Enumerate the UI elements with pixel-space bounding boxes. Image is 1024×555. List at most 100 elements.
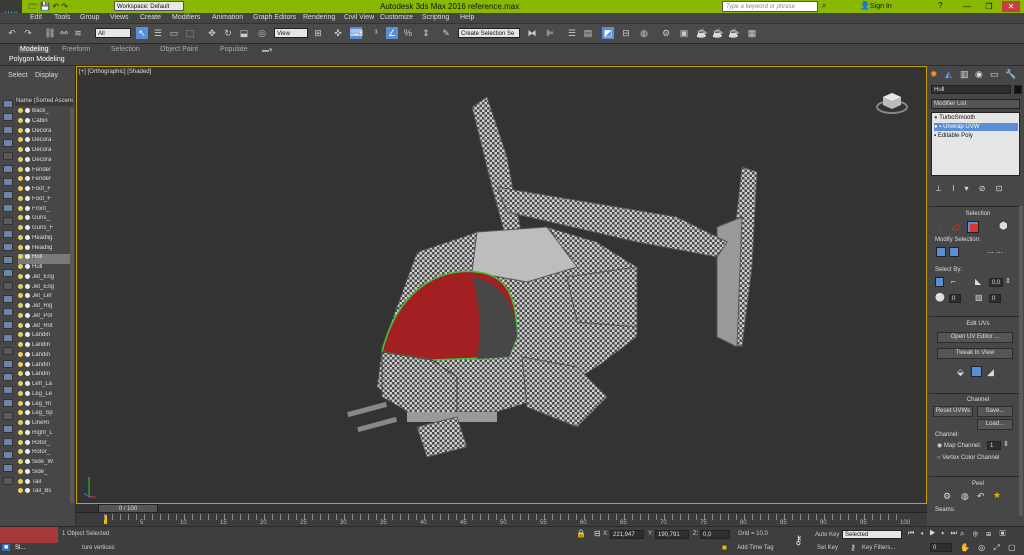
bulb-icon[interactable]: ●: [934, 115, 938, 121]
lock-selection-icon[interactable]: 🔒: [576, 529, 586, 538]
map-channel-field[interactable]: 1: [987, 441, 1001, 450]
light-bulb-icon[interactable]: [18, 361, 23, 367]
render-a360-icon[interactable]: ▦: [746, 27, 758, 39]
light-bulb-icon[interactable]: [18, 147, 23, 152]
menu-rendering[interactable]: Rendering: [303, 14, 335, 21]
scene-object-row[interactable]: Landin: [18, 371, 73, 381]
select-by-planar-icon[interactable]: ◣: [975, 277, 981, 286]
schematic-view-icon[interactable]: ⊟: [620, 27, 632, 39]
explorer-scrollbar[interactable]: [70, 108, 74, 503]
light-bulb-icon[interactable]: [18, 244, 23, 250]
map-channel-radio[interactable]: ◉ Map Channel:: [937, 442, 981, 449]
pelt-map-icon[interactable]: ⚙: [943, 491, 951, 502]
scene-object-row[interactable]: Foot_F: [18, 195, 73, 206]
viewport-navigation-icons[interactable]: ⌕ ⊕ ⊞ ▣: [960, 529, 1009, 539]
light-bulb-icon[interactable]: [18, 234, 23, 240]
mirror-icon[interactable]: ⧓: [526, 27, 538, 39]
light-bulb-icon[interactable]: [18, 459, 23, 464]
shrink-selection-icon[interactable]: [949, 247, 959, 257]
material-editor-icon[interactable]: ◍: [638, 27, 650, 39]
peel-mode-icon[interactable]: ◍: [961, 491, 969, 502]
close-icon[interactable]: ✕: [1002, 1, 1020, 12]
polygon-mode-icon[interactable]: [967, 221, 979, 233]
scene-object-row[interactable]: Landin: [18, 351, 73, 362]
peel-title[interactable]: Peel: [933, 479, 1023, 489]
scene-explorer-header[interactable]: Name (Sorted Ascend: [15, 97, 73, 106]
window-crossing-icon[interactable]: ⬚: [184, 27, 196, 39]
select-by-edge-icon[interactable]: ⌐: [951, 277, 956, 286]
scene-object-row[interactable]: Decora: [18, 147, 73, 157]
light-bulb-icon[interactable]: [18, 186, 23, 191]
scene-object-row[interactable]: Fender: [18, 176, 73, 186]
scene-object-row[interactable]: Right_L: [18, 429, 73, 440]
maximize-icon[interactable]: ❐: [980, 1, 998, 12]
scene-object-row[interactable]: Landin: [18, 332, 73, 342]
modifier-editable-poly[interactable]: ▪ Editable Poly: [934, 132, 1018, 140]
align-map-icon[interactable]: ◢: [987, 367, 994, 378]
rectangular-selection-icon[interactable]: ▭: [168, 27, 180, 39]
modifier-unwrap-uvw[interactable]: ● ▪ Unwrap UVW: [934, 123, 1018, 131]
load-button[interactable]: Load...: [977, 419, 1013, 430]
pin-icon[interactable]: ★: [993, 490, 1001, 501]
light-bulb-icon[interactable]: [18, 166, 23, 172]
tab-freeform[interactable]: Freeform: [62, 46, 90, 53]
z-coordinate-field[interactable]: 0,0: [700, 530, 730, 539]
menu-civil-view[interactable]: Civil View: [344, 14, 374, 21]
ring-loop-icon[interactable]: ⋯ ⋯: [987, 249, 1003, 257]
map-channel-spinner-icon[interactable]: ⇕: [1003, 440, 1009, 448]
bind-space-warp-icon[interactable]: ≋: [72, 27, 84, 39]
light-bulb-icon[interactable]: [18, 312, 23, 318]
select-by-material-icon[interactable]: ▧: [975, 293, 983, 302]
scene-object-row[interactable]: Tail_Bs: [18, 488, 73, 498]
render-setup-icon[interactable]: ⚙: [660, 27, 672, 39]
menu-views[interactable]: Views: [110, 14, 129, 21]
scene-object-row[interactable]: Left_La: [18, 381, 73, 391]
create-tab-icon[interactable]: ✹: [930, 69, 938, 80]
select-by-name-icon[interactable]: ☰: [152, 27, 164, 39]
curve-editor-icon[interactable]: ◩: [602, 27, 614, 39]
snaps-toggle-icon[interactable]: ³: [370, 27, 382, 39]
scene-object-row[interactable]: Tail: [18, 478, 73, 489]
light-bulb-icon[interactable]: [18, 420, 23, 425]
move-icon[interactable]: ✥: [206, 27, 218, 39]
scene-object-row[interactable]: Jet_Pol: [18, 312, 73, 323]
light-bulb-icon[interactable]: [18, 195, 23, 201]
light-bulb-icon[interactable]: [18, 205, 23, 211]
key-filters-icon[interactable]: ⚷: [850, 543, 856, 552]
y-coordinate-field[interactable]: 190,791: [655, 530, 689, 539]
scene-object-row[interactable]: Rotor_: [18, 439, 73, 450]
quick-peel-icon[interactable]: [971, 366, 982, 377]
menu-animation[interactable]: Animation: [212, 14, 243, 21]
scene-object-row[interactable]: Side_: [18, 468, 73, 479]
select-by-element-icon[interactable]: [935, 277, 944, 287]
reference-coordinate-dropdown[interactable]: View: [274, 28, 308, 38]
modify-tab-icon[interactable]: ◭: [945, 69, 952, 80]
pivot-icon[interactable]: ⊞: [312, 27, 324, 39]
spinner-snap-icon[interactable]: ⇕: [420, 27, 432, 39]
object-name-field[interactable]: Hull: [931, 85, 1011, 94]
scene-object-row[interactable]: Guns_: [18, 215, 73, 225]
scene-object-row[interactable]: LineRi: [18, 420, 73, 430]
workspace-dropdown[interactable]: Workspace: Default: [114, 1, 184, 11]
timeline[interactable]: 0 / 100 5 10 15 20 25 30 35 40 45 50 55 60 65 70 75 80 8…: [76, 504, 927, 526]
smoothing-value-field[interactable]: 0: [949, 294, 961, 303]
set-key-button[interactable]: Set Key: [817, 545, 838, 551]
time-slider[interactable]: 0 / 100: [76, 504, 927, 513]
search-input[interactable]: Type a keyword or phrase: [722, 1, 818, 12]
placement-icon[interactable]: ◎: [256, 27, 268, 39]
taskbar-icon[interactable]: ■: [2, 544, 11, 551]
grow-selection-icon[interactable]: [936, 247, 946, 257]
reset-uvws-button[interactable]: Reset UVWs: [933, 406, 973, 417]
playback-controls-icon[interactable]: ⏮ ◂ ▶ ▸ ⏭: [908, 530, 959, 538]
auto-key-button[interactable]: Auto Key: [815, 532, 839, 538]
selection-title[interactable]: Selection: [933, 209, 1023, 219]
selection-filter-dropdown[interactable]: All: [95, 28, 131, 38]
scene-object-row[interactable]: Cabin: [18, 117, 73, 128]
menu-edit[interactable]: Edit: [30, 14, 42, 21]
open-uv-editor-button[interactable]: Open UV Editor ...: [937, 332, 1013, 343]
sign-in-link[interactable]: Sign In: [870, 3, 892, 10]
planar-spinner-icon[interactable]: ⇕: [1005, 277, 1011, 285]
light-bulb-icon[interactable]: [18, 488, 23, 494]
quick-planar-map-icon[interactable]: ⬙: [957, 367, 964, 378]
light-bulb-icon[interactable]: [18, 137, 23, 143]
